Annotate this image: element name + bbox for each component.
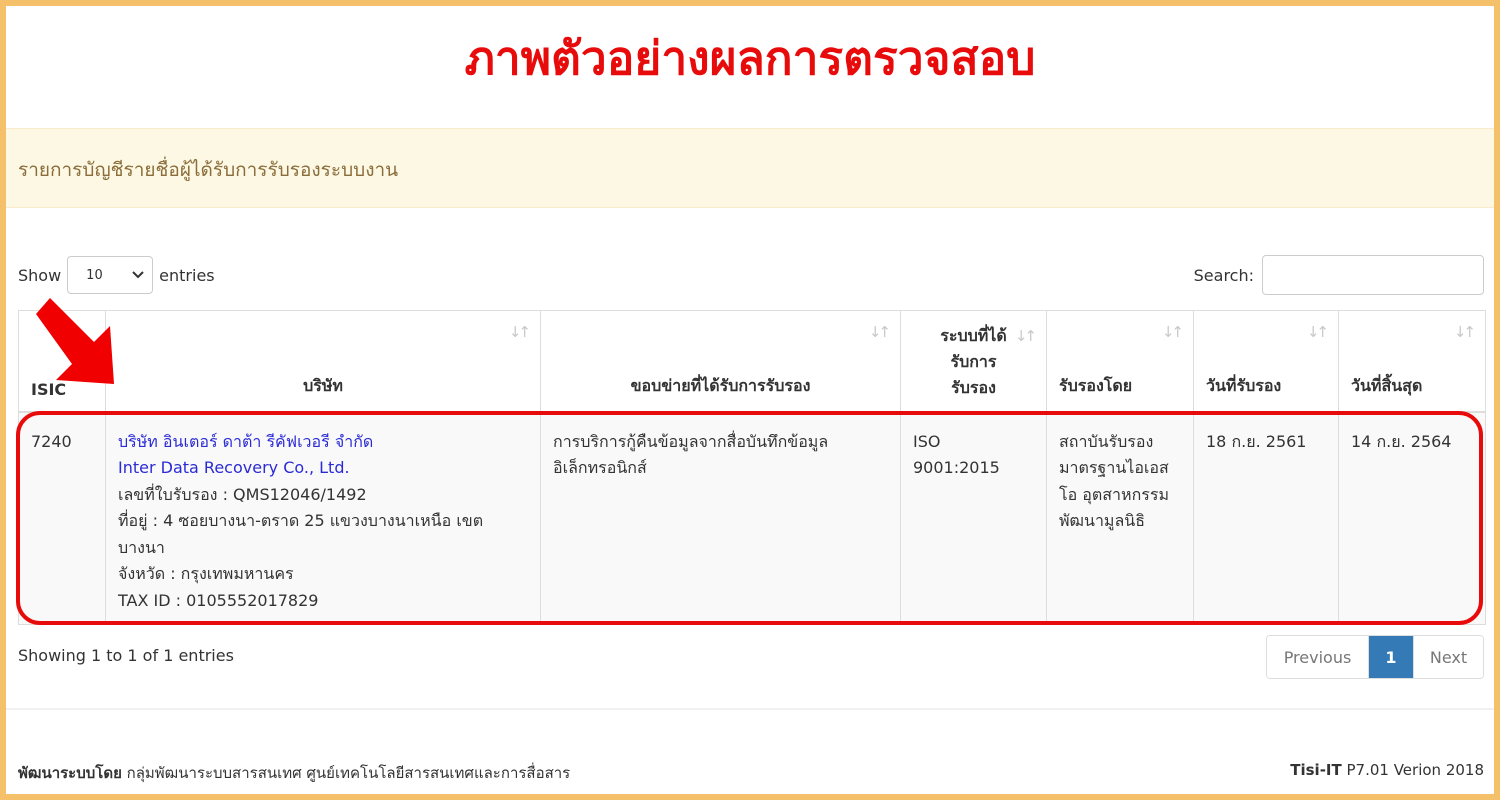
footer-brand: Tisi-IT <box>1290 761 1342 779</box>
footer-dev-label: พัฒนาระบบโดย <box>18 764 122 782</box>
red-arrow-icon <box>36 298 114 384</box>
search-control: Search: <box>1194 255 1484 295</box>
company-tax-id: TAX ID : 0105552017829 <box>118 590 319 610</box>
footer-version-text: P7.01 Verion 2018 <box>1341 761 1485 779</box>
footer-credit: พัฒนาระบบโดย กลุ่มพัฒนาระบบสารสนเทศ ศูนย… <box>18 761 570 785</box>
table-header-row: ISIC ↓↑ บริษัท ↓↑ ขอบข่ายที่ได้รับการรับ… <box>18 310 1486 413</box>
next-button[interactable]: Next <box>1413 636 1483 678</box>
company-address: ที่อยู่ : 4 ซอยบางนา-ตราด 25 แขวงบางนาเห… <box>118 511 484 557</box>
company-province: จังหวัด : กรุงเทพมหานคร <box>118 564 294 583</box>
cell-start-date: 18 ก.ย. 2561 <box>1193 411 1339 625</box>
chevron-down-icon <box>132 271 144 279</box>
sort-icon: ↓↑ <box>1453 323 1476 341</box>
cell-isic: 7240 <box>18 411 106 625</box>
header-scope[interactable]: ↓↑ ขอบข่ายที่ได้รับการรับรอง <box>540 310 901 413</box>
company-name-en-link[interactable]: Inter Data Recovery Co., Ltd. <box>118 455 528 482</box>
header-certified-by[interactable]: ↓↑ รับรองโดย <box>1046 310 1194 413</box>
cell-end-date: 14 ก.ย. 2564 <box>1338 411 1486 625</box>
cert-number: เลขที่ใบรับรอง : QMS12046/1492 <box>118 484 367 504</box>
cell-system: ISO 9001:2015 <box>900 411 1047 625</box>
panel-heading: รายการบัญชีรายชื่อผู้ได้รับการรับรองระบบ… <box>6 128 1494 208</box>
cell-company: บริษัท อินเตอร์ ดาต้า รีคัฟเวอรี จำกัด I… <box>105 411 541 625</box>
pagination: Previous 1 Next <box>1266 635 1484 679</box>
sort-icon: ↓↑ <box>1306 323 1329 341</box>
length-control: Show 10 entries <box>18 256 215 294</box>
header-company[interactable]: ↓↑ บริษัท <box>105 310 541 413</box>
search-input[interactable] <box>1262 255 1484 295</box>
sort-icon: ↓↑ <box>508 323 531 341</box>
banner-title: ภาพตัวอย่างผลการตรวจสอบ <box>464 31 1036 85</box>
footer-divider <box>6 708 1494 710</box>
sort-icon: ↓↑ <box>868 323 891 341</box>
footer-version: Tisi-IT P7.01 Verion 2018 <box>1290 761 1484 779</box>
previous-button[interactable]: Previous <box>1267 636 1369 678</box>
sort-icon: ↓↑ <box>1014 327 1037 345</box>
header-system[interactable]: ↓↑ ระบบที่ได้ รับการ รับรอง <box>900 310 1047 413</box>
panel-heading-text: รายการบัญชีรายชื่อผู้ได้รับการรับรองระบบ… <box>18 159 399 181</box>
sort-icon: ↓↑ <box>1161 323 1184 341</box>
table-info: Showing 1 to 1 of 1 entries <box>18 646 234 665</box>
show-label: Show <box>18 265 62 285</box>
entries-select-value: 10 <box>86 267 103 283</box>
company-name-link[interactable]: บริษัท อินเตอร์ ดาต้า รีคัฟเวอรี จำกัด <box>118 429 528 456</box>
search-label: Search: <box>1193 265 1254 285</box>
entries-select[interactable]: 10 <box>67 256 154 294</box>
footer-dev-org: กลุ่มพัฒนาระบบสารสนเทศ ศูนย์เทคโนโลยีสาร… <box>121 764 571 782</box>
page-1-button[interactable]: 1 <box>1369 636 1413 678</box>
cell-certified-by: สถาบันรับรองมาตรฐานไอเอสโอ อุตสาหกรรมพัฒ… <box>1046 411 1194 625</box>
table-row: 7240 บริษัท อินเตอร์ ดาต้า รีคัฟเวอรี จำ… <box>18 411 1486 625</box>
cell-scope: การบริการกู้คืนข้อมูลจากสื่อบันทึกข้อมูล… <box>540 411 901 625</box>
header-start-date[interactable]: ↓↑ วันที่รับรอง <box>1193 310 1339 413</box>
certification-table: ISIC ↓↑ บริษัท ↓↑ ขอบข่ายที่ได้รับการรับ… <box>18 310 1486 625</box>
entries-label: entries <box>159 265 215 285</box>
header-end-date[interactable]: ↓↑ วันที่สิ้นสุด <box>1338 310 1486 413</box>
